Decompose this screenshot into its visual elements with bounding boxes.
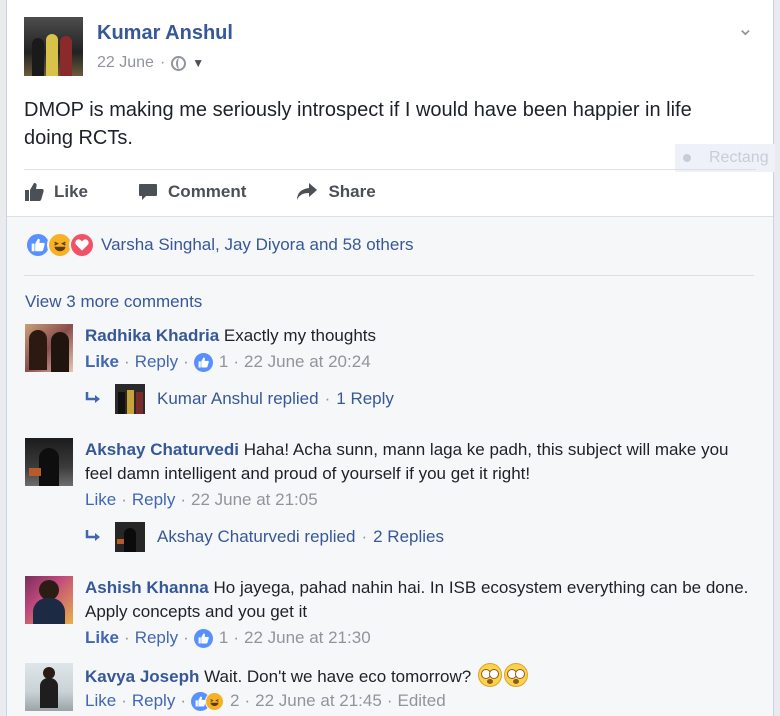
- flushed-emoji-icon: [477, 663, 502, 687]
- overlay-label: Rectang: [709, 149, 769, 166]
- commenter-name[interactable]: Radhika Khadria: [85, 326, 219, 345]
- comment-body: Radhika Khadria Exactly my thoughts: [85, 324, 755, 348]
- share-icon: [297, 183, 318, 200]
- post-author-name[interactable]: Kumar Anshul: [97, 22, 233, 45]
- commenter-name[interactable]: Ashish Khanna: [85, 578, 209, 597]
- flushed-emoji-icon: [503, 663, 528, 687]
- comment-timestamp[interactable]: 22 June at 20:24: [244, 352, 371, 372]
- meta-separator: ·: [180, 490, 186, 509]
- comment-reply-button[interactable]: Reply: [132, 691, 175, 711]
- comment-text: Exactly my thoughts: [223, 326, 377, 345]
- share-button[interactable]: Share: [296, 182, 376, 202]
- comment-timestamp[interactable]: 22 June at 21:45: [255, 691, 382, 711]
- reply-author-avatar: [115, 522, 145, 552]
- post-header-section: Kumar Anshul 22 June · ▼ ⌄ DMOP is makin…: [7, 0, 775, 216]
- comment-body: Kavya Joseph Wait. Don't we have eco tom…: [85, 663, 755, 689]
- haha-icon[interactable]: [205, 691, 224, 711]
- comment-reaction-count[interactable]: 2: [230, 691, 239, 711]
- reply-arrow-icon: [85, 530, 100, 541]
- comment-body: Ashish Khanna Ho jayega, pahad nahin hai…: [85, 576, 755, 624]
- meta-separator: ·: [386, 691, 393, 710]
- post-meta: 22 June · ▼: [97, 54, 204, 72]
- like-icon[interactable]: [193, 628, 213, 648]
- meta-separator: ·: [233, 352, 239, 371]
- comment-label: Comment: [168, 182, 247, 201]
- reply-count[interactable]: 2 Replies: [373, 527, 444, 547]
- commenter-avatar[interactable]: [25, 438, 73, 486]
- globe-icon: [171, 55, 187, 71]
- comment-reaction-count[interactable]: 1: [219, 352, 228, 372]
- replies-summary[interactable]: Kumar Anshul replied · 1 Reply: [85, 384, 394, 414]
- comment-meta: Like · Reply · 1 · 22 June at 21:30: [85, 628, 371, 648]
- commenter-avatar[interactable]: [25, 324, 73, 372]
- reactions-names[interactable]: Varsha Singhal, Jay Diyora and 58 others: [101, 235, 413, 255]
- replies-summary[interactable]: Akshay Chaturvedi replied · 2 Replies: [85, 522, 444, 552]
- post-text: DMOP is making me seriously introspect i…: [24, 99, 692, 149]
- comment-body: Akshay Chaturvedi Haha! Acha sunn, mann …: [85, 438, 755, 486]
- meta-separator: ·: [121, 490, 127, 509]
- comment-icon: [139, 184, 158, 200]
- date-separator: ·: [159, 54, 166, 71]
- comment-meta: Like · Reply · 22 June at 21:05: [85, 490, 318, 510]
- meta-separator: ·: [361, 527, 368, 546]
- comment-reply-button[interactable]: Reply: [135, 628, 178, 648]
- comment-text: Wait. Don't we have eco tomorrow?: [204, 667, 472, 686]
- commenter-avatar[interactable]: [25, 663, 73, 711]
- chevron-down-icon[interactable]: ⌄: [737, 16, 754, 41]
- comment-reply-button[interactable]: Reply: [132, 490, 175, 510]
- commenter-name[interactable]: Akshay Chaturvedi: [85, 440, 239, 459]
- comment-timestamp[interactable]: 22 June at 21:05: [191, 490, 318, 510]
- reactions-summary[interactable]: Varsha Singhal, Jay Diyora and 58 others: [25, 232, 413, 258]
- share-label: Share: [328, 182, 376, 201]
- like-icon[interactable]: [193, 352, 213, 372]
- like-button[interactable]: Like: [24, 182, 88, 202]
- privacy-caret-icon[interactable]: ▼: [192, 56, 204, 70]
- meta-separator: ·: [233, 628, 239, 647]
- reply-author-avatar: [115, 384, 145, 414]
- meta-separator: ·: [124, 352, 130, 371]
- commenter-avatar[interactable]: [25, 576, 73, 624]
- overlay-dot-icon: [683, 154, 691, 162]
- meta-separator: ·: [121, 691, 127, 710]
- comment-like-button[interactable]: Like: [85, 628, 119, 648]
- meta-separator: ·: [180, 691, 186, 710]
- comment-timestamp[interactable]: 22 June at 21:30: [244, 628, 371, 648]
- comment-button[interactable]: Comment: [138, 182, 246, 202]
- commenter-name[interactable]: Kavya Joseph: [85, 667, 199, 686]
- post-card: Kumar Anshul 22 June · ▼ ⌄ DMOP is makin…: [6, 0, 775, 716]
- comment-reply-button[interactable]: Reply: [135, 352, 178, 372]
- meta-separator: ·: [324, 389, 331, 408]
- divider: [24, 169, 756, 170]
- comment-like-button[interactable]: Like: [85, 691, 116, 711]
- post-date[interactable]: 22 June: [97, 54, 154, 72]
- like-label: Like: [54, 182, 89, 201]
- meta-separator: ·: [124, 628, 130, 647]
- comment-reaction-count[interactable]: 1: [219, 628, 228, 648]
- meta-separator: ·: [183, 628, 189, 647]
- comment-like-button[interactable]: Like: [85, 490, 116, 510]
- reply-author-text[interactable]: Kumar Anshul replied: [157, 389, 319, 409]
- comment-edited-label[interactable]: Edited: [397, 691, 445, 711]
- thumbs-up-icon: [25, 183, 44, 201]
- comment-meta: Like · Reply · 2 · 22 June at 21:45 · Ed…: [85, 691, 446, 711]
- comment-like-button[interactable]: Like: [85, 352, 119, 372]
- rectangle-overlay: Rectang: [675, 144, 775, 172]
- view-more-comments-link[interactable]: View 3 more comments: [25, 292, 202, 312]
- author-avatar[interactable]: [24, 17, 83, 76]
- comment-meta: Like · Reply · 1 · 22 June at 20:24: [85, 352, 371, 372]
- meta-separator: ·: [244, 691, 251, 710]
- post-actions: Like Comment Share: [24, 172, 426, 212]
- divider: [24, 275, 754, 276]
- reply-count[interactable]: 1 Reply: [336, 389, 394, 409]
- reply-author-text[interactable]: Akshay Chaturvedi replied: [157, 527, 355, 547]
- love-icon: [69, 232, 95, 258]
- reply-arrow-icon: [85, 392, 100, 403]
- meta-separator: ·: [183, 352, 189, 371]
